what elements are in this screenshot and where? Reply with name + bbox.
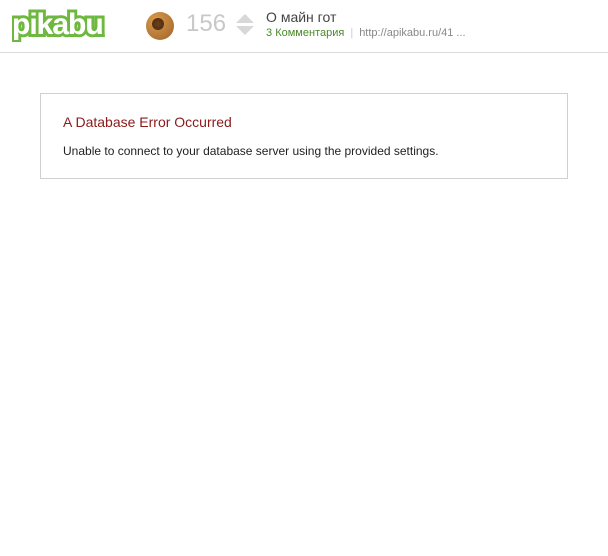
error-title: A Database Error Occurred: [63, 114, 545, 130]
source-url-link[interactable]: http://apikabu.ru/41 ...: [359, 27, 465, 39]
svg-text:pikabu: pikabu: [12, 8, 103, 41]
post-rating: 156: [186, 10, 226, 38]
post-info: О майн гот 3 Комментария | http://apikab…: [266, 9, 466, 39]
site-logo[interactable]: pikabu pikabu: [12, 6, 174, 42]
post-title[interactable]: О майн гот: [266, 9, 466, 25]
meta-separator: |: [350, 27, 353, 39]
database-error-box: A Database Error Occurred Unable to conn…: [40, 93, 568, 179]
comments-link[interactable]: 3 Комментария: [266, 27, 344, 39]
site-header: pikabu pikabu 156 О майн гот 3 Комментар…: [0, 0, 608, 53]
logo-wordmark: pikabu pikabu: [12, 6, 150, 42]
vote-controls: [236, 14, 254, 35]
main-content: A Database Error Occurred Unable to conn…: [0, 53, 608, 219]
upvote-button[interactable]: [236, 14, 254, 23]
downvote-button[interactable]: [236, 26, 254, 35]
cookie-icon: [146, 12, 174, 40]
error-message: Unable to connect to your database serve…: [63, 144, 545, 158]
post-meta: 3 Комментария | http://apikabu.ru/41 ...: [266, 27, 466, 39]
